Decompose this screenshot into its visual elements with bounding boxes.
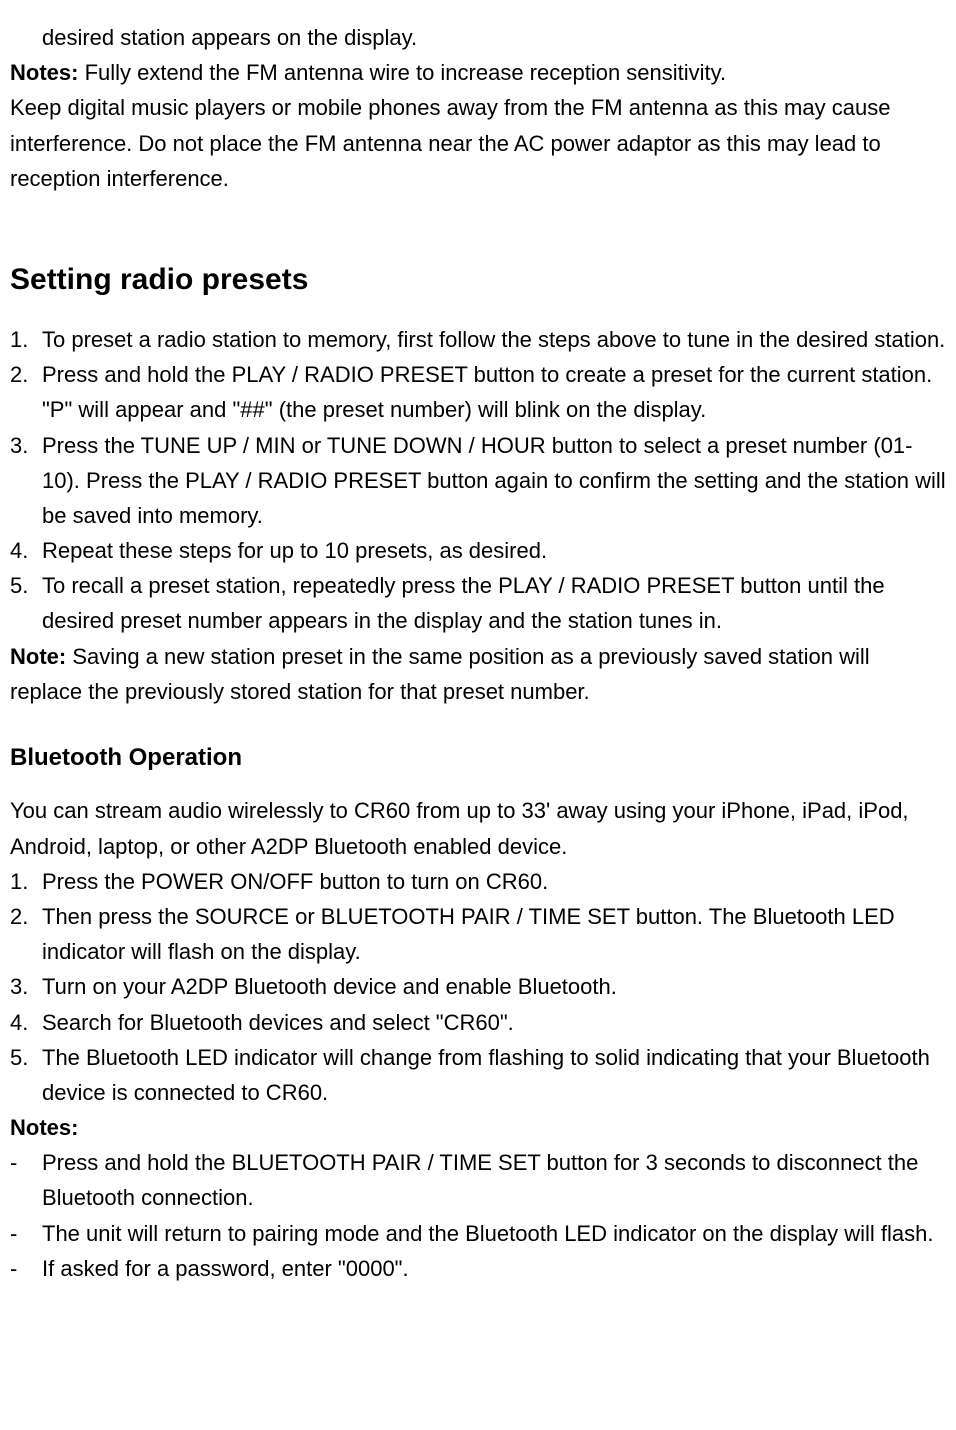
bluetooth-notes-list: - Press and hold the BLUETOOTH PAIR / TI… [10,1145,946,1286]
list-number: 3. [10,428,28,463]
notes-text: Fully extend the FM antenna wire to incr… [78,60,726,85]
list-text: To recall a preset station, repeatedly p… [42,573,885,633]
list-text: Repeat these steps for up to 10 presets,… [42,538,547,563]
notes-label: Notes: [10,60,78,85]
list-number: 5. [10,1040,28,1075]
list-text: The unit will return to pairing mode and… [42,1221,934,1246]
list-item: 4. Search for Bluetooth devices and sele… [10,1005,946,1040]
list-dash: - [10,1251,17,1286]
note-text: Saving a new station preset in the same … [10,644,870,704]
list-number: 5. [10,568,28,603]
list-number: 3. [10,969,28,1004]
list-number: 2. [10,357,28,392]
list-item: - The unit will return to pairing mode a… [10,1216,946,1251]
list-text: To preset a radio station to memory, fir… [42,327,945,352]
list-item: 2. Press and hold the PLAY / RADIO PRESE… [10,357,946,427]
list-text: Then press the SOURCE or BLUETOOTH PAIR … [42,904,895,964]
list-item: - If asked for a password, enter "0000". [10,1251,946,1286]
list-item: - Press and hold the BLUETOOTH PAIR / TI… [10,1145,946,1215]
bluetooth-list: 1. Press the POWER ON/OFF button to turn… [10,864,946,1110]
list-item: 5. To recall a preset station, repeatedl… [10,568,946,638]
list-item: 1. To preset a radio station to memory, … [10,322,946,357]
list-item: 3. Turn on your A2DP Bluetooth device an… [10,969,946,1004]
list-text: If asked for a password, enter "0000". [42,1256,409,1281]
list-number: 1. [10,864,28,899]
list-number: 2. [10,899,28,934]
list-text: Press the POWER ON/OFF button to turn on… [42,869,548,894]
list-dash: - [10,1145,17,1180]
intro-paragraph: Keep digital music players or mobile pho… [10,90,946,196]
list-item: 5. The Bluetooth LED indicator will chan… [10,1040,946,1110]
list-text: Press and hold the BLUETOOTH PAIR / TIME… [42,1150,918,1210]
list-number: 1. [10,322,28,357]
note-label: Note: [10,644,66,669]
heading-setting-radio-presets: Setting radio presets [10,256,946,304]
intro-line: desired station appears on the display. [42,25,417,50]
list-dash: - [10,1216,17,1251]
presets-list: 1. To preset a radio station to memory, … [10,322,946,639]
bluetooth-intro: You can stream audio wirelessly to CR60 … [10,793,946,863]
list-item: 2. Then press the SOURCE or BLUETOOTH PA… [10,899,946,969]
list-text: The Bluetooth LED indicator will change … [42,1045,930,1105]
bluetooth-notes-label: Notes: [10,1115,78,1140]
list-item: 3. Press the TUNE UP / MIN or TUNE DOWN … [10,428,946,534]
list-text: Turn on your A2DP Bluetooth device and e… [42,974,617,999]
list-text: Press and hold the PLAY / RADIO PRESET b… [42,362,932,422]
list-number: 4. [10,1005,28,1040]
heading-bluetooth-operation: Bluetooth Operation [10,739,946,777]
list-item: 1. Press the POWER ON/OFF button to turn… [10,864,946,899]
list-text: Search for Bluetooth devices and select … [42,1010,514,1035]
list-item: 4. Repeat these steps for up to 10 prese… [10,533,946,568]
list-text: Press the TUNE UP / MIN or TUNE DOWN / H… [42,433,946,528]
list-number: 4. [10,533,28,568]
